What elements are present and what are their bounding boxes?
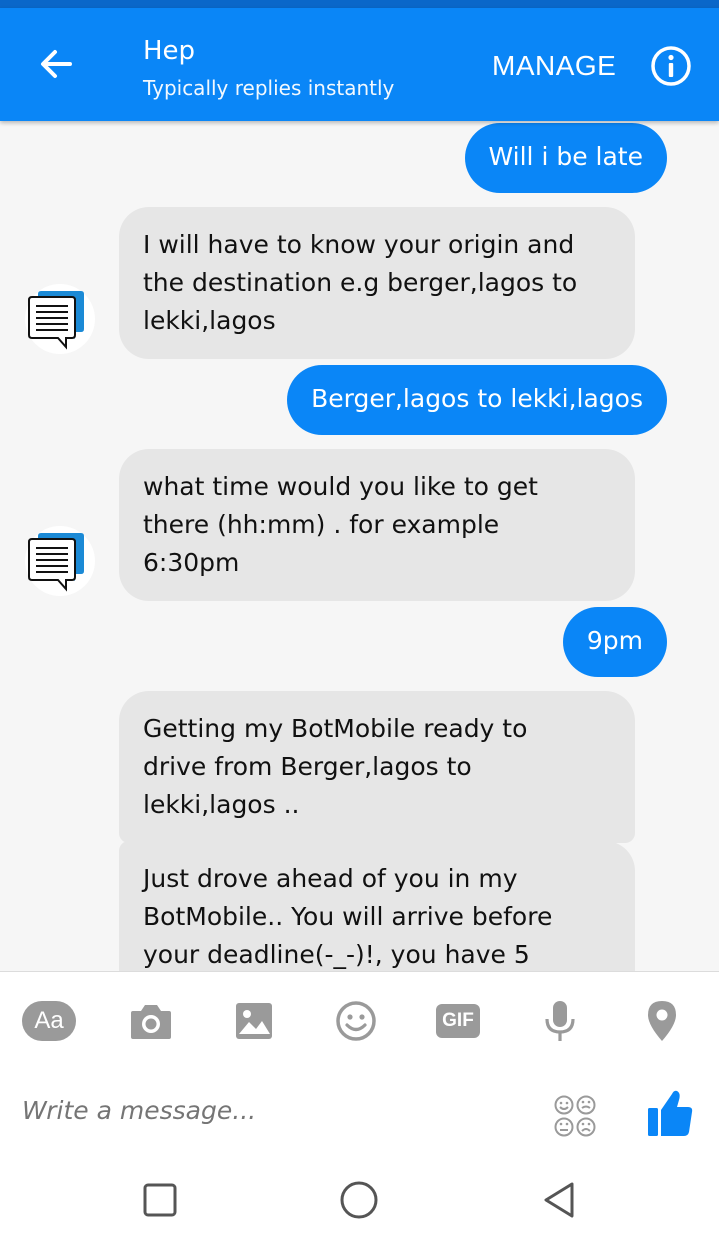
stickers-button[interactable] xyxy=(553,1094,597,1138)
message-text: Will i be late xyxy=(488,142,644,171)
status-bar xyxy=(0,0,719,8)
back-nav-button[interactable] xyxy=(540,1180,580,1220)
recents-button[interactable] xyxy=(140,1180,180,1220)
location-button[interactable] xyxy=(632,996,692,1046)
message-line: lekki,lagos .. xyxy=(143,790,300,819)
back-button[interactable] xyxy=(30,38,82,90)
microphone-icon xyxy=(545,1001,575,1041)
message-line: your deadline(-_-)!, you have 5 xyxy=(143,940,530,969)
camera-button[interactable] xyxy=(121,996,181,1046)
outgoing-message[interactable]: 9pm xyxy=(562,607,667,677)
gif-icon: GIF xyxy=(436,1004,480,1038)
stickers-icon xyxy=(554,1095,596,1137)
emoji-icon xyxy=(336,1001,376,1041)
info-icon xyxy=(651,46,691,86)
conversation-subtitle: Typically replies instantly xyxy=(143,76,395,100)
outgoing-message[interactable]: Will i be late xyxy=(464,123,667,193)
image-icon xyxy=(236,1003,272,1039)
message-line: 6:30pm xyxy=(143,548,240,577)
outgoing-message[interactable]: Berger,lagos to lekki,lagos xyxy=(287,365,667,435)
app-header: Hep Typically replies instantly MANAGE xyxy=(0,8,719,121)
message-input[interactable] xyxy=(22,1096,522,1125)
emoji-button[interactable] xyxy=(326,996,386,1046)
message-text: Berger,lagos to lekki,lagos xyxy=(311,384,643,413)
message-line: lekki,lagos xyxy=(143,306,276,335)
message-line: I will have to know your origin and xyxy=(143,230,575,259)
location-pin-icon xyxy=(648,1001,676,1041)
system-navigation-bar xyxy=(0,1142,719,1239)
message-line: there (hh:mm) . for example xyxy=(143,510,500,539)
message-line: the destination e.g berger,lagos to xyxy=(143,268,578,297)
message-line: what time would you like to get xyxy=(143,472,538,501)
arrow-left-icon xyxy=(41,50,72,78)
gif-button[interactable]: GIF xyxy=(428,996,488,1046)
thumbs-up-icon xyxy=(648,1090,693,1136)
message-line: BotMobile.. You will arrive before xyxy=(143,902,553,931)
info-button[interactable] xyxy=(650,45,692,87)
incoming-message[interactable]: Just drove ahead of you in my BotMobile.… xyxy=(119,841,635,971)
camera-icon xyxy=(131,1005,171,1039)
chat-document-icon xyxy=(28,533,84,592)
message-list[interactable]: Will i be late I will have to know your … xyxy=(0,121,719,971)
image-button[interactable] xyxy=(224,996,284,1046)
conversation-title[interactable]: Hep xyxy=(143,36,195,66)
square-icon xyxy=(143,1183,177,1217)
bot-avatar[interactable] xyxy=(25,526,95,596)
message-line: Just drove ahead of you in my xyxy=(143,864,518,893)
like-button[interactable] xyxy=(646,1088,694,1138)
message-text: 9pm xyxy=(586,626,643,655)
incoming-message[interactable]: Getting my BotMobile ready to drive from… xyxy=(119,691,635,843)
triangle-back-icon xyxy=(544,1182,574,1218)
text-format-icon: Aa xyxy=(22,1001,76,1041)
message-composer: Aa GIF xyxy=(0,972,719,1142)
incoming-message[interactable]: what time would you like to get there (h… xyxy=(119,449,635,601)
microphone-button[interactable] xyxy=(530,996,590,1046)
circle-icon xyxy=(340,1181,378,1219)
chat-document-icon xyxy=(28,291,84,350)
message-line: Getting my BotMobile ready to xyxy=(143,714,528,743)
bot-avatar[interactable] xyxy=(25,284,95,354)
message-line: drive from Berger,lagos to xyxy=(143,752,472,781)
incoming-message[interactable]: I will have to know your origin and the … xyxy=(119,207,635,359)
home-button[interactable] xyxy=(339,1180,379,1220)
manage-button[interactable]: MANAGE xyxy=(492,50,616,82)
text-format-button[interactable]: Aa xyxy=(19,996,79,1046)
